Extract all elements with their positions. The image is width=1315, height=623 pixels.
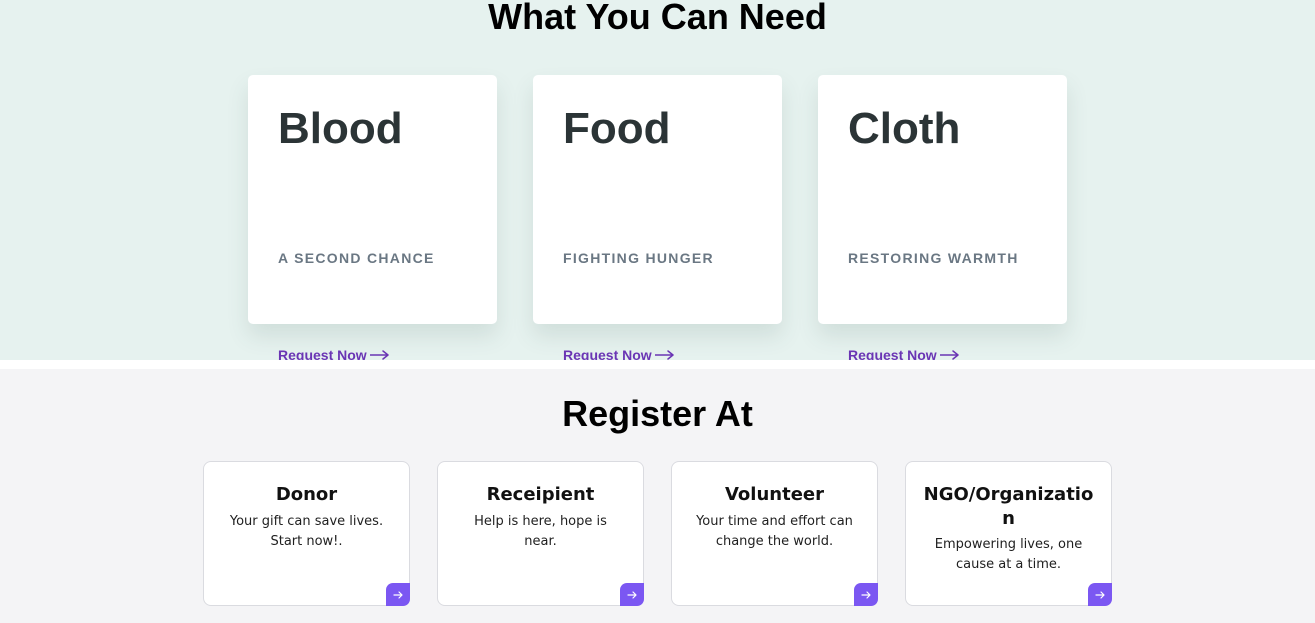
card-subtitle: A SECOND CHANCE xyxy=(278,250,435,266)
register-recipient-button[interactable] xyxy=(620,583,644,606)
card-subtitle: RESTORING WARMTH xyxy=(848,250,1019,266)
card-heading: Food xyxy=(563,104,671,153)
long-arrow-right-icon xyxy=(369,350,389,360)
arrow-right-icon xyxy=(1095,590,1105,599)
need-section: What You Can Need Blood A SECOND CHANCE … xyxy=(0,0,1315,363)
long-arrow-right-icon xyxy=(939,350,959,360)
arrow-right-icon xyxy=(627,590,637,599)
register-card-heading: Receipient xyxy=(486,484,595,505)
register-card-text: Help is here, hope is near. xyxy=(474,514,607,549)
register-card-donor: Donor Your gift can save lives. Start no… xyxy=(203,461,410,606)
arrow-right-icon xyxy=(393,590,403,599)
register-ngo-button[interactable] xyxy=(1088,583,1112,606)
register-card-volunteer: Volunteer Your time and effort can chang… xyxy=(671,461,878,606)
section-divider xyxy=(0,360,1315,369)
register-donor-button[interactable] xyxy=(386,583,410,606)
register-card-heading: Donor xyxy=(275,484,338,505)
register-card-text: Empowering lives, one cause at a time. xyxy=(934,537,1083,572)
need-card-cloth: Cloth RESTORING WARMTH Request Now xyxy=(818,75,1067,363)
need-section-title: What You Can Need xyxy=(488,0,827,37)
register-card-recipient: Receipient Help is here, hope is near. xyxy=(437,461,644,606)
long-arrow-right-icon xyxy=(654,350,674,360)
register-card-text: Your time and effort can change the worl… xyxy=(696,514,853,549)
register-volunteer-button[interactable] xyxy=(854,583,878,606)
need-card-food: Food FIGHTING HUNGER Request Now xyxy=(533,75,782,363)
register-card-heading: Volunteer xyxy=(724,484,824,505)
card-heading: Blood xyxy=(278,104,403,153)
register-section: Register At Donor Your gift can save liv… xyxy=(0,369,1315,623)
need-card-blood: Blood A SECOND CHANCE Request Now xyxy=(248,75,497,363)
register-card-ngo: NGO/Organization Empowering lives, one c… xyxy=(905,461,1112,606)
card-subtitle: FIGHTING HUNGER xyxy=(563,250,714,266)
card-heading: Cloth xyxy=(848,104,961,153)
arrow-right-icon xyxy=(861,590,871,599)
register-card-text: Your gift can save lives. Start now!. xyxy=(229,514,384,549)
register-section-title: Register At xyxy=(562,393,753,434)
register-card-heading: NGO/Organization xyxy=(923,484,1094,529)
